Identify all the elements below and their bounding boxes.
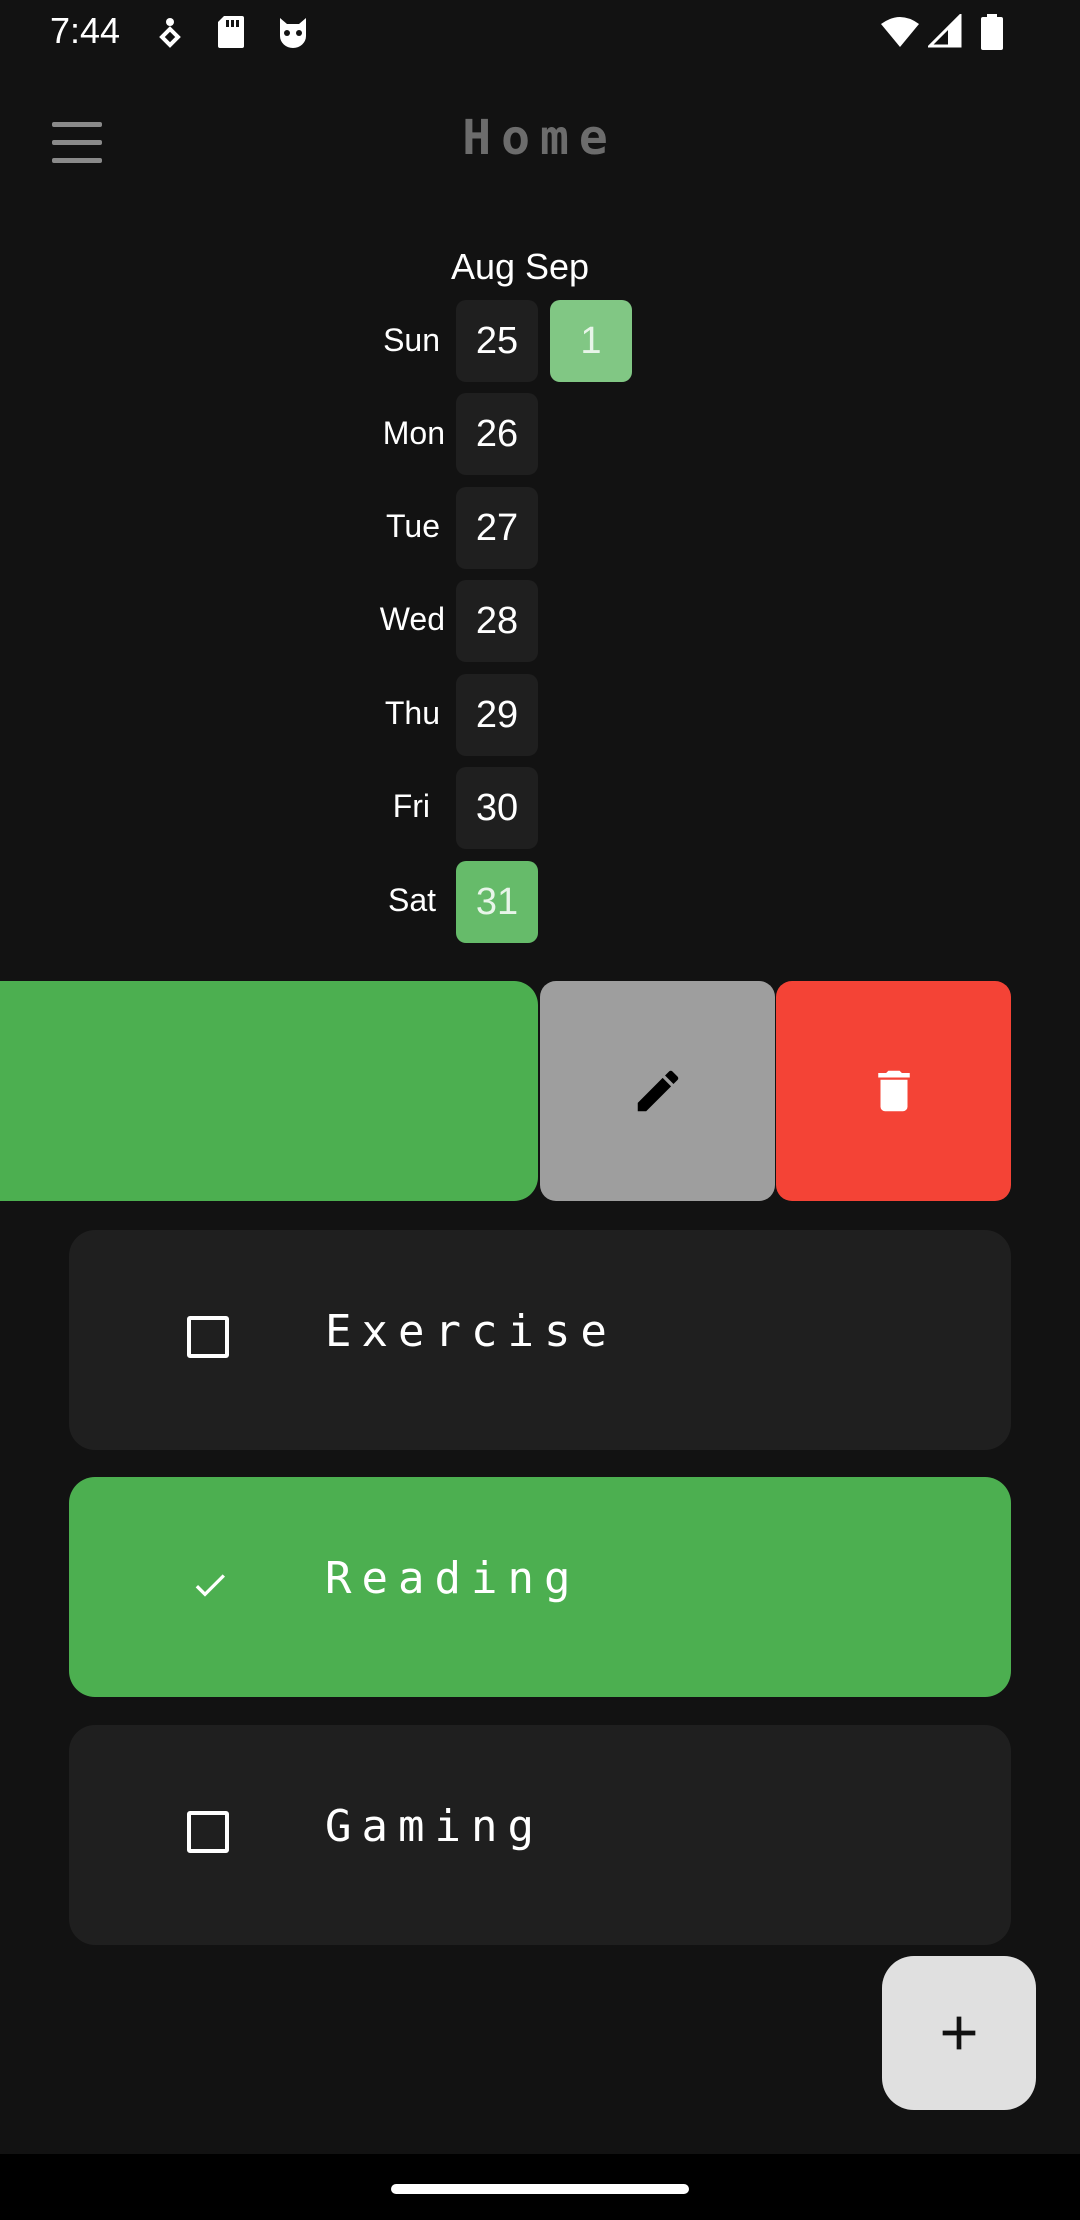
day-cell-26[interactable]: 26 <box>456 393 538 475</box>
day-label-fri: Fri <box>392 788 430 824</box>
day-cell-30[interactable]: 30 <box>456 767 538 849</box>
pencil-icon <box>637 1070 678 1112</box>
habit-card-gaming[interactable]: Gaming <box>69 1725 1011 1945</box>
day-label-sun: Sun <box>383 322 440 358</box>
habit-checkbox[interactable] <box>187 1811 229 1853</box>
day-label-tue: Tue <box>386 508 440 544</box>
day-cell-31[interactable]: 31 <box>456 861 538 943</box>
swiped-habit-row[interactable] <box>0 981 538 1201</box>
trash-icon <box>877 1070 910 1112</box>
month-label-aug: Aug <box>451 246 516 287</box>
accessibility-icon <box>159 18 181 48</box>
day-cell-25[interactable]: 25 <box>456 300 538 382</box>
wifi-icon <box>881 17 919 47</box>
day-cell-27[interactable]: 27 <box>456 487 538 569</box>
delete-button[interactable] <box>776 981 1011 1201</box>
add-habit-button[interactable] <box>882 1956 1036 2110</box>
habit-checkbox[interactable] <box>187 1316 229 1358</box>
app-bar: Home <box>0 66 1080 220</box>
edit-button[interactable] <box>540 981 775 1201</box>
habit-card-reading[interactable]: Reading <box>69 1477 1011 1697</box>
day-label-thu: Thu <box>384 695 440 731</box>
sd-card-icon <box>218 16 244 48</box>
system-nav-bar <box>0 2154 1080 2220</box>
day-label-mon: Mon <box>382 415 445 451</box>
habit-card-exercise[interactable]: Exercise <box>69 1230 1011 1450</box>
day-cell-28[interactable]: 28 <box>456 580 538 662</box>
home-gesture-handle[interactable] <box>391 2184 689 2194</box>
day-cell-29[interactable]: 29 <box>456 674 538 756</box>
status-time: 7:44 <box>50 10 121 51</box>
checkmark-icon[interactable] <box>187 1565 233 1605</box>
day-cell-1[interactable]: 1 <box>550 300 632 382</box>
status-bar: 7:44 <box>0 0 1080 66</box>
day-label-wed: Wed <box>379 601 445 637</box>
habit-name: Gaming <box>325 1801 544 1852</box>
plus-icon <box>942 2016 976 2050</box>
day-label-sat: Sat <box>387 882 436 918</box>
battery-icon <box>981 14 1003 50</box>
page-title: Home <box>462 110 618 166</box>
month-label-sep: Sep <box>525 246 590 287</box>
habit-name: Exercise <box>325 1306 617 1357</box>
habit-name: Reading <box>325 1553 581 1604</box>
signal-icon <box>928 14 962 48</box>
cat-icon <box>280 18 306 48</box>
